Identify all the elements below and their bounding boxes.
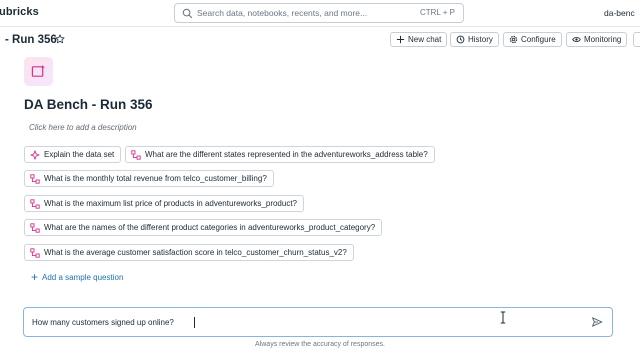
accuracy-disclaimer: Always review the accuracy of responses. <box>255 341 385 348</box>
search-shortcut: CTRL + P <box>419 8 455 17</box>
app-logo[interactable]: ubricks <box>0 6 39 18</box>
configure-label: Configure <box>521 35 556 44</box>
sample-question[interactable]: What are the names of the different prod… <box>24 219 383 236</box>
sample-question-label: What are the names of the different prod… <box>44 223 376 232</box>
add-sample-question-button[interactable]: + Add a sample question <box>31 270 124 284</box>
add-sample-question-label: Add a sample question <box>42 272 124 282</box>
history-label: History <box>468 35 493 44</box>
gear-icon <box>509 35 518 44</box>
monitoring-label: Monitoring <box>584 35 622 44</box>
chat-input-value: How many customers signed up online? <box>32 318 174 327</box>
genie-space-icon <box>24 57 53 86</box>
sample-question-label: What is the maximum list price of produc… <box>44 199 297 208</box>
title-bar: - Run 356 New chat History Configure Mon… <box>0 30 640 52</box>
new-chat-button[interactable]: New chat <box>390 32 448 47</box>
search-input[interactable]: Search data, notebooks, recents, and mor… <box>174 3 464 23</box>
text-caret <box>194 317 195 328</box>
history-icon <box>456 35 465 44</box>
sample-question-label: What are the different states represente… <box>145 150 428 159</box>
page-title: - Run 356 <box>5 34 57 46</box>
sample-question[interactable]: What are the different states represente… <box>125 146 435 163</box>
more-button[interactable] <box>633 32 640 47</box>
sample-question[interactable]: What is the monthly total revenue from t… <box>24 170 274 187</box>
workspace-name[interactable]: da-benc <box>604 8 635 18</box>
sample-question-label: What is the monthly total revenue from t… <box>44 174 267 183</box>
history-button[interactable]: History <box>450 32 499 47</box>
sample-question[interactable]: What is the maximum list price of produc… <box>24 195 304 212</box>
sparkle-icon <box>30 149 40 160</box>
eye-icon <box>572 37 581 42</box>
search-placeholder: Search data, notebooks, recents, and mor… <box>197 8 368 18</box>
query-icon <box>30 222 40 233</box>
sample-question[interactable]: What is the average customer satisfactio… <box>24 244 354 261</box>
query-icon <box>131 149 141 160</box>
sample-question-label: Explain the data set <box>44 150 115 159</box>
sample-question-explain[interactable]: Explain the data set <box>24 146 122 163</box>
configure-button[interactable]: Configure <box>503 32 562 47</box>
monitoring-button[interactable]: Monitoring <box>566 32 628 47</box>
sample-question-label: What is the average customer satisfactio… <box>44 248 347 257</box>
plus-icon <box>396 35 405 44</box>
send-icon[interactable] <box>591 316 603 328</box>
new-chat-label: New chat <box>408 35 442 44</box>
space-title: DA Bench - Run 356 <box>24 97 153 112</box>
chat-sparkle-icon <box>31 64 46 77</box>
star-icon[interactable] <box>55 34 65 44</box>
plus-icon: + <box>31 270 39 284</box>
search-icon <box>182 8 193 19</box>
query-icon <box>30 198 40 209</box>
top-bar: ubricks Search data, notebooks, recents,… <box>0 0 640 27</box>
chat-input[interactable]: How many customers signed up online? <box>23 307 613 337</box>
ibeam-cursor-icon <box>500 311 506 324</box>
query-icon <box>30 173 40 184</box>
query-icon <box>30 247 40 258</box>
description-placeholder[interactable]: Click here to add a description <box>29 123 137 132</box>
